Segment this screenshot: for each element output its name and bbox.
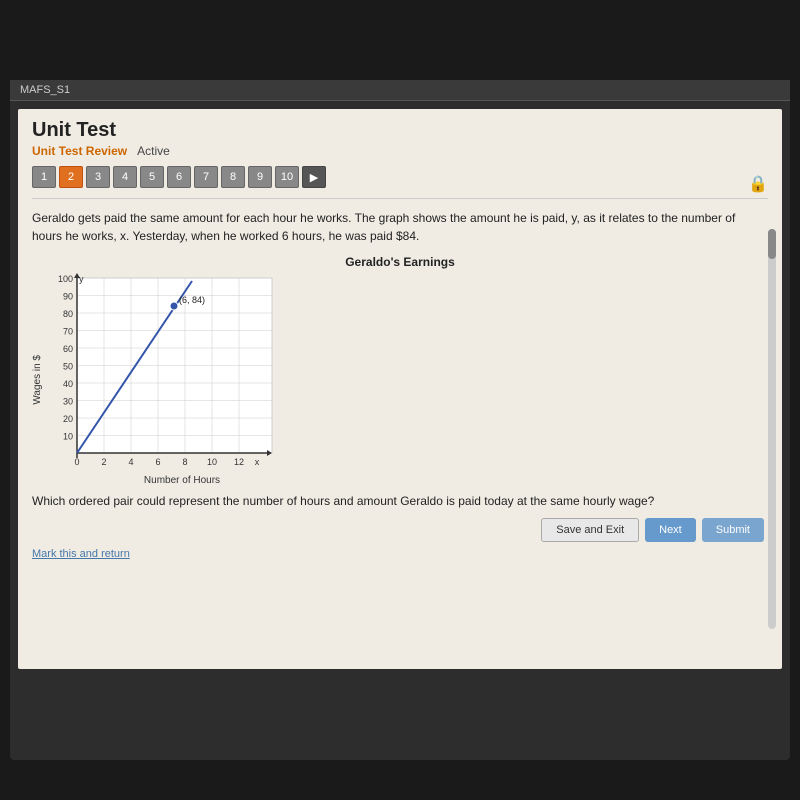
svg-text:90: 90 (63, 292, 73, 302)
submit-button[interactable]: Submit (702, 518, 764, 542)
save-exit-button[interactable]: Save and Exit (541, 518, 639, 542)
next-button[interactable]: Next (645, 518, 696, 542)
nav-btn-9[interactable]: 9 (248, 166, 272, 188)
svg-text:40: 40 (63, 379, 73, 389)
subtitle-label: Unit Test Review (32, 144, 127, 158)
scroll-indicator[interactable] (768, 229, 776, 629)
svg-text:80: 80 (63, 309, 73, 319)
x-axis-label: Number of Hours (77, 475, 287, 486)
question-nav: 1 2 3 4 5 6 7 8 9 10 ▶ (32, 166, 768, 188)
nav-btn-5[interactable]: 5 (140, 166, 164, 188)
svg-text:2: 2 (101, 457, 106, 467)
svg-text:70: 70 (63, 327, 73, 337)
mafs-label: MAFS_S1 (20, 84, 70, 96)
svg-text:100: 100 (58, 274, 73, 284)
chart-area: 100 90 80 70 60 50 40 30 20 10 0 2 4 6 8 (47, 273, 287, 486)
nav-btn-6[interactable]: 6 (167, 166, 191, 188)
svg-text:0: 0 (74, 457, 79, 467)
chart-title: Geraldo's Earnings (32, 255, 768, 269)
svg-text:6: 6 (155, 457, 160, 467)
nav-btn-4[interactable]: 4 (113, 166, 137, 188)
nav-next-arrow[interactable]: ▶ (302, 166, 326, 188)
nav-btn-3[interactable]: 3 (86, 166, 110, 188)
earnings-chart: 100 90 80 70 60 50 40 30 20 10 0 2 4 6 8 (47, 273, 287, 473)
nav-btn-1[interactable]: 1 (32, 166, 56, 188)
svg-text:10: 10 (63, 432, 73, 442)
svg-text:20: 20 (63, 414, 73, 424)
nav-btn-8[interactable]: 8 (221, 166, 245, 188)
svg-text:30: 30 (63, 397, 73, 407)
y-axis-label: Wages in $ (32, 355, 43, 405)
nav-btn-2[interactable]: 2 (59, 166, 83, 188)
lock-icon: 🔒 (748, 174, 768, 194)
nav-btn-7[interactable]: 7 (194, 166, 218, 188)
svg-text:10: 10 (207, 457, 217, 467)
svg-text:(6, 84): (6, 84) (179, 295, 205, 305)
svg-text:12: 12 (234, 457, 244, 467)
svg-text:y: y (79, 274, 84, 284)
svg-text:50: 50 (63, 362, 73, 372)
svg-text:60: 60 (63, 344, 73, 354)
scroll-thumb[interactable] (768, 229, 776, 259)
bottom-buttons: Save and Exit Next Submit (32, 518, 768, 542)
page-title: Unit Test (32, 119, 768, 142)
svg-text:x: x (255, 457, 260, 467)
question-text: Geraldo gets paid the same amount for ea… (32, 209, 768, 245)
svg-text:4: 4 (128, 457, 133, 467)
svg-text:8: 8 (182, 457, 187, 467)
mark-return-link[interactable]: Mark this and return (32, 548, 130, 560)
sub-question: Which ordered pair could represent the n… (32, 494, 768, 508)
nav-btn-10[interactable]: 10 (275, 166, 299, 188)
status-badge: Active (137, 144, 170, 158)
